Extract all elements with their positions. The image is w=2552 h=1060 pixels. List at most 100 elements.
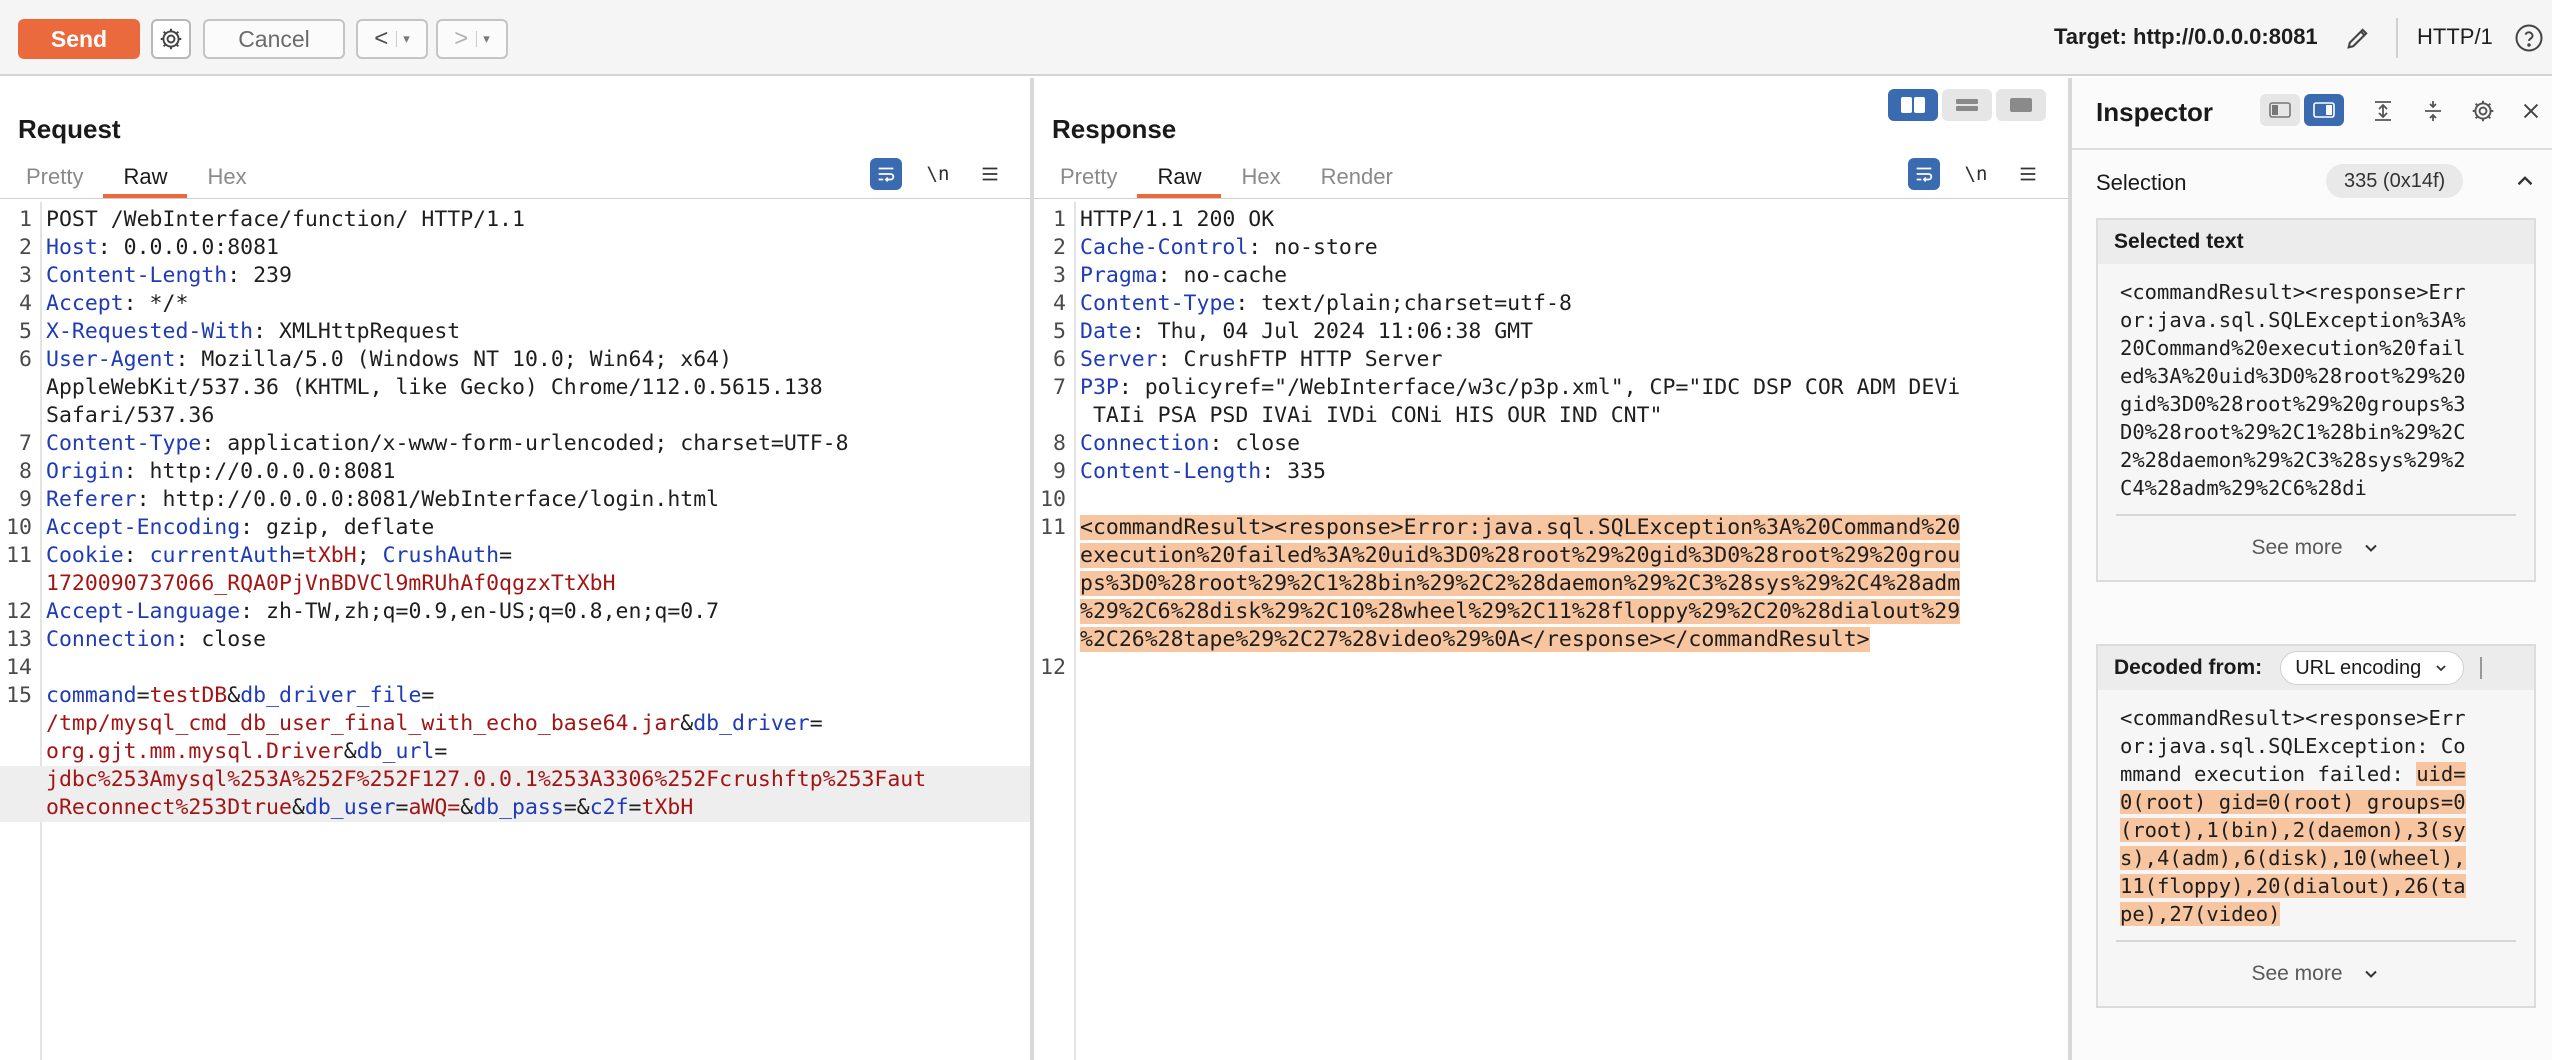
text-segment: = <box>291 543 305 568</box>
decoder-select[interactable]: URL encoding <box>2280 651 2465 685</box>
response-menu-button[interactable] <box>2012 158 2044 190</box>
decoded-line: s),4(adm),6(disk),10(wheel), <box>2120 844 2512 872</box>
field-name: Host <box>46 235 98 260</box>
line-number: 10 <box>6 515 32 540</box>
collapse-all-button[interactable] <box>2416 94 2450 128</box>
decoded-text: mmand execution failed: <box>2120 762 2417 786</box>
text-segment: : no-cache <box>1157 263 1288 288</box>
decoded-content[interactable]: <commandResult><response>Err or:java.sql.… <box>2116 690 2516 942</box>
decoded-line: mmand execution failed: uid= <box>2120 760 2512 788</box>
inspector-close-button[interactable] <box>2514 94 2548 128</box>
line-number: 3 <box>1053 263 1066 288</box>
selected-text-see-more[interactable]: See more <box>2098 516 2534 580</box>
text-segment: AppleWebKit/537.36 (KHTML, like Gecko) C… <box>46 375 823 400</box>
field-name: Origin <box>46 459 124 484</box>
settings-button[interactable] <box>151 19 191 59</box>
request-title: Request <box>18 114 121 144</box>
selection-collapse-button[interactable] <box>2512 168 2538 194</box>
selected-text-title: Selected text <box>2098 220 2534 264</box>
inspector-layout-left-button[interactable] <box>2260 94 2300 126</box>
line-number: 4 <box>19 291 32 316</box>
selected-text-line: C4%28adm%29%2C6%28di <box>2120 476 2367 500</box>
layout-tabs-button[interactable] <box>1996 89 2046 121</box>
response-tab-hex[interactable]: Hex <box>1221 162 1300 198</box>
text-segment: = <box>421 683 435 708</box>
text-segment: : 239 <box>227 263 292 288</box>
decoded-line: (root),1(bin),2(daemon),3(sy <box>2120 816 2512 844</box>
inspector-layout-right-button[interactable] <box>2304 94 2344 126</box>
text-segment: : Mozilla/5.0 (Windows NT 10.0; Win64; x… <box>175 347 733 372</box>
back-dropdown-icon[interactable]: ▾ <box>396 31 410 47</box>
decoder-more-handle[interactable] <box>2480 657 2484 679</box>
code-line: execution%20failed%3A%20uid%3D0%28root%2… <box>1034 542 2068 570</box>
response-wrap-toggle[interactable] <box>1908 158 1940 190</box>
line-text: Accept-Language: zh-TW,zh;q=0.9,en-US;q=… <box>46 598 719 626</box>
edit-target-button[interactable] <box>2340 20 2376 56</box>
field-name: Content-Type <box>46 431 202 456</box>
code-line: 8 Connection: close <box>1034 430 2068 458</box>
selected-text-line: gid%3D0%28root%29%20groups%3 <box>2120 392 2466 416</box>
forward-dropdown-icon[interactable]: ▾ <box>476 31 490 47</box>
line-number: 9 <box>19 487 32 512</box>
text-segment: : CrushFTP HTTP Server <box>1157 347 1443 372</box>
text-segment: : no-store <box>1248 235 1378 260</box>
cancel-button[interactable]: Cancel <box>203 19 345 59</box>
request-wrap-toggle[interactable] <box>870 158 902 190</box>
expand-all-button[interactable] <box>2366 94 2400 128</box>
response-editor-tools: \n <box>1908 158 2044 190</box>
text-segment: =& <box>563 795 590 820</box>
text-segment: = <box>136 683 150 708</box>
text-segment: & <box>291 795 305 820</box>
decoded-line: 11(floppy),20(dialout),26(ta <box>2120 872 2512 900</box>
response-editor[interactable]: 1 HTTP/1.1 200 OK 2 Cache-Control: no-store… <box>1034 202 2068 1060</box>
text-segment: & <box>680 711 694 736</box>
inspector-title: Inspector <box>2096 97 2214 127</box>
field-value: oReconnect%253Dtrue <box>46 795 292 820</box>
code-line: jdbc%253Amysql%253A%252F%252F127.0.0.1%2… <box>0 766 1030 794</box>
send-button[interactable]: Send <box>18 19 140 59</box>
selected-text-line: ed%3A%20uid%3D0%28root%29%20 <box>2120 364 2466 388</box>
decoded-highlight: 0(root) gid=0(root) groups=0 <box>2120 790 2466 814</box>
line-number: 12 <box>6 599 32 624</box>
line-number: 11 <box>6 543 32 568</box>
inspector-settings-button[interactable] <box>2466 94 2500 128</box>
layout-stacked-button[interactable] <box>1942 89 1992 121</box>
wrap-icon <box>878 167 895 182</box>
http-version-toggle[interactable]: HTTP/1 <box>2417 24 2493 50</box>
request-tab-hex[interactable]: Hex <box>187 162 266 198</box>
response-tab-pretty[interactable]: Pretty <box>1040 162 1137 198</box>
request-editor[interactable]: 1 POST /WebInterface/function/ HTTP/1.1 2 H… <box>0 202 1030 1060</box>
back-button[interactable]: < ▾ <box>356 19 428 59</box>
selected-text-content[interactable]: <commandResult><response>Err or:java.sql.… <box>2116 264 2516 516</box>
response-tab-raw[interactable]: Raw <box>1137 162 1222 198</box>
response-panel: Response Pretty Raw Hex Render \n 1 HTTP/… <box>1034 78 2068 1060</box>
selected-text: ps%3D0%28root%29%2C1%28bin%29%2C2%28daem… <box>1080 571 1961 596</box>
text-segment: : http://0.0.0.0:8081 <box>123 459 396 484</box>
line-number: 6 <box>1053 347 1066 372</box>
text-segment: : policyref="/WebInterface/w3c/p3p.xml",… <box>1118 375 1961 400</box>
decoded-see-more[interactable]: See more <box>2098 942 2534 1006</box>
decoded-highlight: pe),27(video) <box>2120 902 2281 926</box>
request-menu-button[interactable] <box>974 158 1006 190</box>
code-line: 1720090737066_RQA0PjVnBDVCl9mRUhAf0qgzxT… <box>0 570 1030 598</box>
field-value: jdbc%253Amysql%253A%252F%252F127.0.0.1%2… <box>46 767 927 792</box>
code-line: 8 Origin: http://0.0.0.0:8081 <box>0 458 1030 486</box>
line-number: 2 <box>1053 235 1066 260</box>
line-number: 5 <box>19 319 32 344</box>
help-button[interactable] <box>2512 21 2546 55</box>
response-tab-render[interactable]: Render <box>1301 162 1413 198</box>
decoded-header: Decoded from: URL encoding <box>2098 646 2534 690</box>
layout-side-by-side-button[interactable] <box>1888 89 1938 121</box>
code-line: 3 Content-Length: 239 <box>0 262 1030 290</box>
decoded-card: Decoded from: URL encoding <commandResul… <box>2096 644 2536 1008</box>
request-newline-toggle[interactable]: \n <box>922 158 954 190</box>
field-name: db_user <box>304 795 396 820</box>
forward-button[interactable]: > ▾ <box>436 19 508 59</box>
inspector-divider <box>2072 148 2552 150</box>
request-tab-raw[interactable]: Raw <box>103 162 188 198</box>
text-segment: = <box>395 795 409 820</box>
request-tab-pretty[interactable]: Pretty <box>6 162 103 198</box>
line-text: /tmp/mysql_cmd_db_user_final_with_echo_b… <box>46 710 823 738</box>
line-text: Server: CrushFTP HTTP Server <box>1080 346 1442 374</box>
response-newline-toggle[interactable]: \n <box>1960 158 1992 190</box>
